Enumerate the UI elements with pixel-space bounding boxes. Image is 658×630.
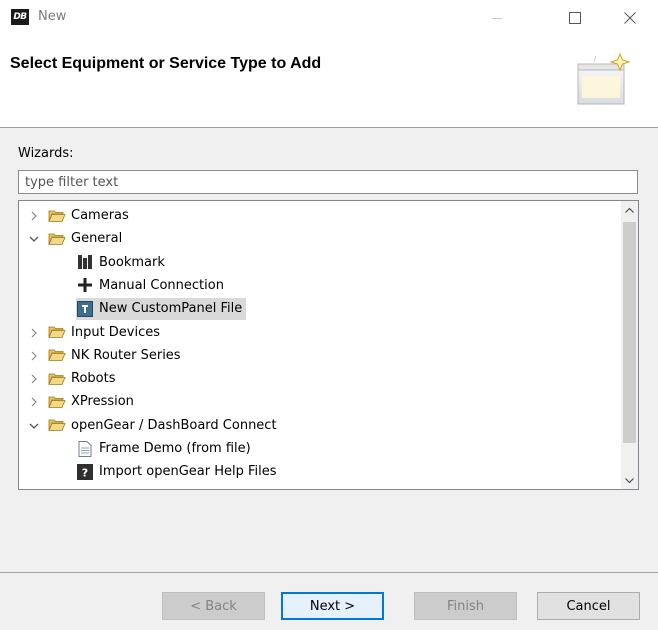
- chevron-right-icon[interactable]: [29, 327, 39, 337]
- wizard-tree[interactable]: Cameras General Bookmark Manual Connection N…: [18, 200, 639, 490]
- button-bar-separator: [0, 572, 658, 573]
- tree-item-label: NK Router Series: [71, 347, 181, 363]
- tree-item[interactable]: General: [19, 227, 619, 250]
- chevron-right-icon[interactable]: [29, 396, 39, 407]
- chevron-right-icon[interactable]: [29, 373, 39, 384]
- page-title: Select Equipment or Service Type to Add: [10, 55, 322, 72]
- next-button[interactable]: Next >: [281, 592, 384, 620]
- folder-icon: [48, 324, 66, 340]
- filter-input[interactable]: [18, 170, 638, 194]
- folder-icon: [48, 208, 66, 224]
- tree-item[interactable]: NK Router Series: [19, 344, 619, 367]
- plus-icon: [76, 277, 94, 293]
- chevron-right-icon[interactable]: [29, 210, 39, 221]
- chevron-right-icon[interactable]: [29, 350, 39, 361]
- tree-item[interactable]: Input Devices: [19, 321, 619, 344]
- bookmark-icon: [76, 254, 94, 270]
- tree-item-label: General: [71, 231, 123, 247]
- tree-item[interactable]: Manual Connection: [19, 274, 619, 297]
- tree-item-label: Bookmark: [99, 254, 165, 270]
- tree-item[interactable]: Cameras: [19, 204, 619, 227]
- svg-text:?: ?: [82, 466, 88, 479]
- tree-item-label: Import openGear Help Files: [99, 464, 277, 480]
- scroll-up-button[interactable]: [621, 201, 638, 218]
- app-logo-icon: DB: [11, 9, 29, 25]
- help-icon: ?: [76, 463, 94, 480]
- tree-item[interactable]: openGear / DashBoard Connect: [19, 414, 619, 437]
- minimize-icon: [492, 18, 502, 19]
- folder-icon: [48, 394, 66, 410]
- tree-item-label: Cameras: [71, 208, 129, 223]
- tree-item-label: XPression: [71, 394, 134, 410]
- wizards-label: Wizards:: [18, 146, 74, 161]
- file-icon: [76, 440, 94, 457]
- window-title: New: [38, 9, 67, 24]
- scroll-down-button[interactable]: [621, 472, 638, 489]
- tree-item[interactable]: ? Import openGear Help Files: [19, 460, 619, 483]
- maximize-button[interactable]: [552, 0, 598, 36]
- tree-item[interactable]: XPression: [19, 390, 619, 413]
- wizard-header: Select Equipment or Service Type to Add: [0, 36, 658, 128]
- tree-item[interactable]: New CustomPanel File: [19, 297, 619, 320]
- folder-icon: [48, 371, 66, 387]
- tree-item-label: Frame Demo (from file): [99, 441, 251, 456]
- tree-item-label: Robots: [71, 371, 116, 387]
- tree-item-label: New CustomPanel File: [99, 301, 243, 317]
- new-wizard-banner-icon: [577, 52, 631, 105]
- cancel-button[interactable]: Cancel: [537, 592, 640, 620]
- minimize-button[interactable]: [474, 0, 520, 36]
- scroll-thumb[interactable]: [623, 222, 636, 443]
- chevron-up-icon: [625, 207, 634, 213]
- custompanel-icon: [76, 300, 94, 317]
- close-icon: [624, 12, 636, 24]
- folder-icon: [48, 417, 66, 433]
- tree-item[interactable]: Bookmark: [19, 251, 619, 274]
- vertical-scrollbar[interactable]: [621, 201, 638, 489]
- folder-icon: [48, 231, 66, 247]
- chevron-down-icon: [625, 477, 634, 483]
- back-button[interactable]: < Back: [162, 592, 265, 620]
- close-button[interactable]: [607, 0, 653, 36]
- tree-item-label: Manual Connection: [99, 277, 224, 293]
- tree-item[interactable]: Robots: [19, 367, 619, 390]
- chevron-down-icon[interactable]: [29, 420, 39, 430]
- tree-item-label: Input Devices: [71, 324, 161, 340]
- tree-item-label: openGear / DashBoard Connect: [71, 417, 277, 433]
- tree-item[interactable]: Frame Demo (from file): [19, 437, 619, 460]
- folder-icon: [48, 347, 66, 363]
- finish-button[interactable]: Finish: [414, 592, 517, 620]
- title-bar: DB New: [0, 0, 658, 36]
- chevron-down-icon[interactable]: [29, 233, 39, 243]
- maximize-icon: [569, 12, 581, 24]
